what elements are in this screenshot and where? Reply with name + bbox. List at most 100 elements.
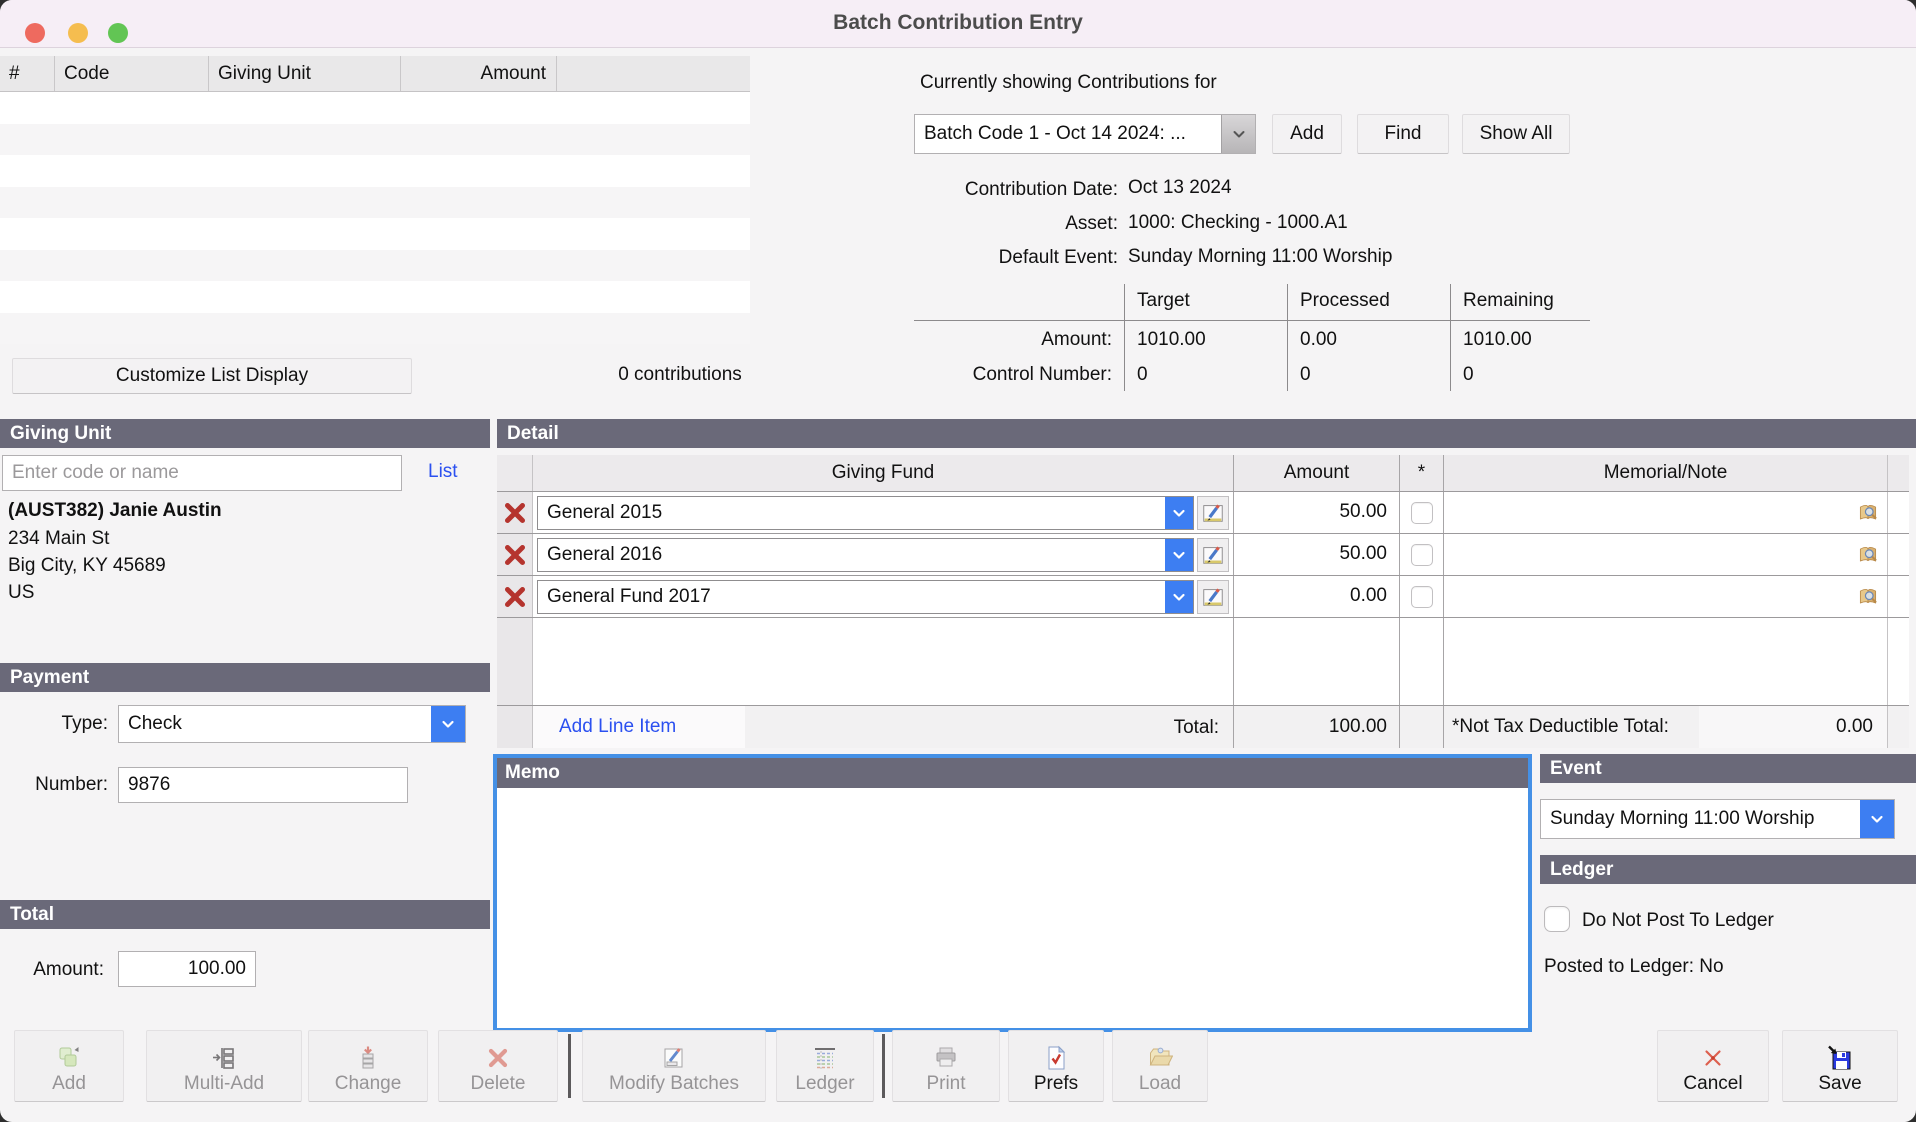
pencil-document-icon [1201,585,1225,609]
ntd-checkbox[interactable] [1411,502,1433,524]
contributions-table-header: # Code Giving Unit Amount [0,56,750,92]
detail-col-memorial: Memorial/Note [1444,455,1888,491]
giving-unit-list-link[interactable]: List [428,461,458,483]
payment-type-select[interactable]: Check [118,705,466,743]
add-line-item-link[interactable]: Add Line Item [559,716,676,738]
summary-amount-label: Amount: [914,321,1124,356]
ntd-checkbox[interactable] [1411,586,1433,608]
memorial-note-field[interactable] [1444,534,1888,575]
chevron-down-icon[interactable] [431,706,465,742]
delete-button[interactable]: Delete [438,1030,558,1102]
summary-control-label: Control Number: [914,356,1124,391]
modify-batches-button[interactable]: Modify Batches [582,1030,766,1102]
prefs-button[interactable]: Prefs [1008,1030,1104,1102]
total-amount-label: Amount: [16,959,104,981]
empty-row [0,250,750,282]
summary-col-remaining: Remaining [1450,284,1590,321]
delete-line-button[interactable] [497,534,533,575]
toolbar-separator [568,1034,571,1098]
empty-row [0,124,750,156]
event-select[interactable]: Sunday Morning 11:00 Worship [1540,799,1895,839]
do-not-post-label: Do Not Post To Ledger [1582,910,1774,932]
giving-unit-address1: 234 Main St [8,528,109,550]
edit-fund-button[interactable] [1197,496,1229,530]
batch-show-all-button[interactable]: Show All [1462,114,1570,154]
default-event-value: Sunday Morning 11:00 Worship [1128,246,1392,268]
chevron-down-icon[interactable] [1860,800,1894,838]
delete-x-icon [485,1045,511,1071]
cancel-button[interactable]: Cancel [1657,1030,1769,1102]
memorial-note-field[interactable] [1444,492,1888,533]
line-amount-input[interactable]: 50.00 [1234,492,1400,533]
chevron-down-icon[interactable] [1165,539,1193,571]
ledger-button[interactable]: Ledger [776,1030,874,1102]
summary-amount-target: 1010.00 [1124,321,1287,356]
do-not-post-checkbox[interactable] [1544,906,1570,932]
red-x-icon [503,543,527,567]
col-giving-unit: Giving Unit [209,56,401,91]
modify-batches-pencil-icon [661,1045,687,1071]
detail-empty-area [497,618,1909,706]
save-floppy-icon [1827,1045,1853,1071]
asset-label: Asset: [914,213,1118,235]
print-button[interactable]: Print [892,1030,1000,1102]
empty-row [0,187,750,219]
customize-list-display-button[interactable]: Customize List Display [12,358,412,394]
payment-number-input[interactable] [118,767,408,803]
giving-unit-address3: US [8,582,34,604]
detail-total-row: Add Line Item Total: 100.00 *Not Tax Ded… [497,706,1909,748]
chevron-down-icon[interactable] [1165,497,1193,529]
giving-fund-select[interactable]: General Fund 2017 [537,580,1194,614]
detail-total-value: 100.00 [1234,706,1400,748]
edit-fund-button[interactable] [1197,580,1229,614]
multi-add-button[interactable]: Multi-Add [146,1030,302,1102]
edit-fund-button[interactable] [1197,538,1229,572]
ntd-total-value: 0.00 [1699,706,1887,748]
line-amount-input[interactable]: 50.00 [1234,534,1400,575]
batch-select[interactable]: Batch Code 1 - Oct 14 2024: ... [914,114,1256,154]
ledger-section-header: Ledger [1540,855,1916,884]
cancel-x-icon [1700,1045,1726,1071]
batch-add-button[interactable]: Add [1272,114,1342,154]
load-button[interactable]: Load [1112,1030,1208,1102]
batch-find-button[interactable]: Find [1357,114,1449,154]
contributions-count: 0 contributions [560,364,800,386]
change-button[interactable]: Change [308,1030,428,1102]
total-amount-input[interactable] [118,951,256,987]
chevron-down-icon[interactable] [1165,581,1193,613]
add-squares-icon [56,1045,82,1071]
col-spacer [557,56,750,91]
detail-row: General 2015 50.00 [497,492,1909,534]
delete-line-button[interactable] [497,576,533,617]
pencil-document-icon [1201,543,1225,567]
window-title: Batch Contribution Entry [0,0,1916,46]
payment-type-label: Type: [20,713,108,735]
empty-row [0,218,750,250]
contributions-table[interactable]: # Code Giving Unit Amount [0,56,750,344]
detail-col-amount: Amount [1234,455,1400,491]
memo-textarea[interactable] [497,788,1528,1028]
summary-amount-remaining: 1010.00 [1450,321,1590,356]
add-button[interactable]: Add [14,1030,124,1102]
giving-fund-select[interactable]: General 2016 [537,538,1194,572]
ntd-checkbox[interactable] [1411,544,1433,566]
save-button[interactable]: Save [1782,1030,1898,1102]
detail-row: General 2016 50.00 [497,534,1909,576]
red-x-icon [503,585,527,609]
detail-col-star: * [1400,455,1444,491]
detail-section-header: Detail [497,419,1916,448]
summary-amount-processed: 0.00 [1287,321,1450,356]
giving-fund-value: General 2016 [538,544,1165,566]
giving-fund-value: General 2015 [538,502,1165,524]
memorial-note-field[interactable] [1444,576,1888,617]
detail-table: Giving Fund Amount * Memorial/Note Gener… [497,455,1909,748]
giving-unit-search-input[interactable] [2,455,402,491]
book-magnifier-icon [1857,544,1879,566]
default-event-label: Default Event: [914,247,1118,269]
giving-fund-select[interactable]: General 2015 [537,496,1194,530]
batch-select-value: Batch Code 1 - Oct 14 2024: ... [915,123,1221,145]
delete-line-button[interactable] [497,492,533,533]
line-amount-input[interactable]: 0.00 [1234,576,1400,617]
chevron-down-icon[interactable] [1221,115,1255,153]
load-folder-icon [1147,1045,1173,1071]
